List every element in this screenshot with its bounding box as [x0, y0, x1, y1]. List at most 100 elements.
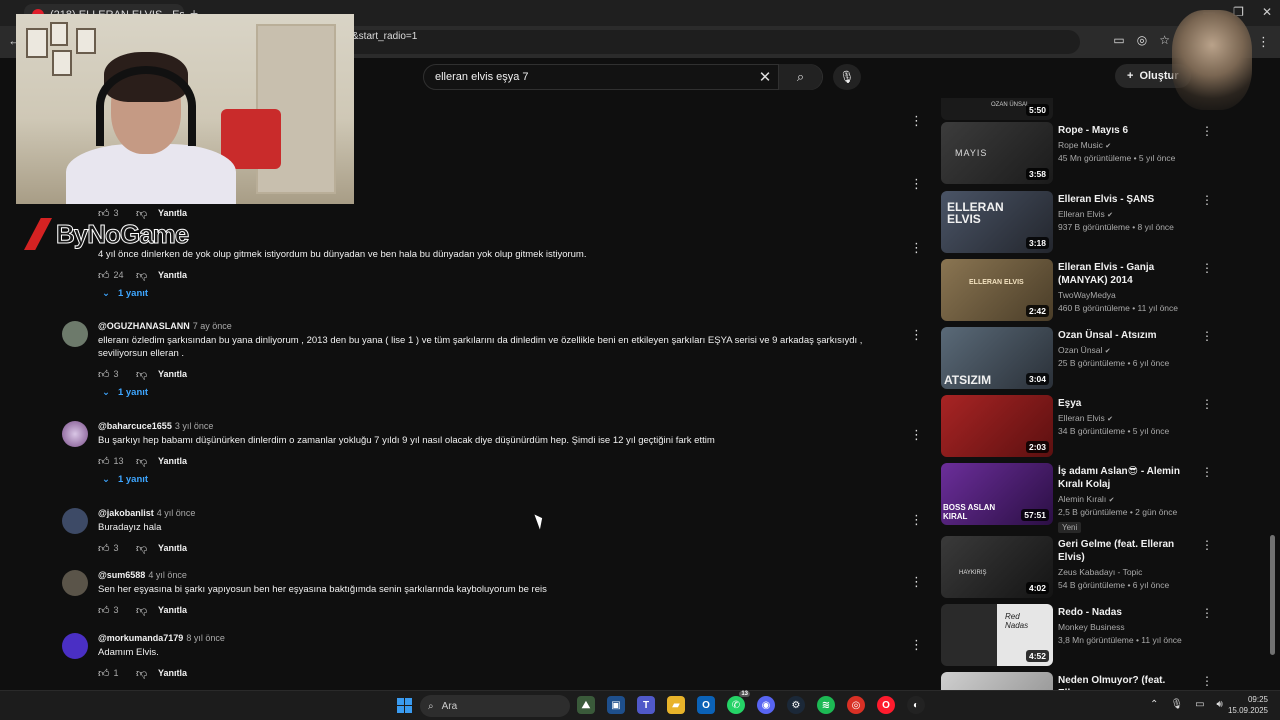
- video-thumbnail[interactable]: MAYIS 3:58: [941, 122, 1053, 184]
- like-button[interactable]: 👍︎ 3: [98, 604, 136, 617]
- video-thumbnail[interactable]: ELLERAN ELVIS 3:18: [941, 191, 1053, 253]
- video-item[interactable]: Red Nadas 4:52 Redo - Nadas Monkey Busin…: [941, 604, 1271, 666]
- comment-author[interactable]: @OGUZHANASLANN: [98, 321, 190, 331]
- opera-icon[interactable]: O: [877, 696, 895, 714]
- video-title[interactable]: Eşya: [1058, 397, 1196, 410]
- browser-menu-icon[interactable]: ⋮: [1257, 34, 1270, 50]
- video-menu-icon[interactable]: ⋮: [1201, 397, 1213, 411]
- video-thumbnail[interactable]: ATSIZIM 3:04: [941, 327, 1053, 389]
- comment-menu-icon[interactable]: ⋮: [910, 240, 923, 256]
- video-item[interactable]: ATSIZIM 3:04 Ozan Ünsal - Atsızım Ozan Ü…: [941, 327, 1271, 389]
- video-title[interactable]: Geri Gelme (feat. Elleran Elvis): [1058, 538, 1196, 564]
- like-button[interactable]: 👍︎ 24: [98, 269, 136, 282]
- video-title[interactable]: Elleran Elvis - Ganja (MANYAK) 2014: [1058, 261, 1196, 287]
- video-title[interactable]: Redo - Nadas: [1058, 606, 1196, 619]
- video-item[interactable]: Neden Olmuyor? (feat. Elleran ⋮: [941, 672, 1271, 690]
- reply-button[interactable]: Yanıtla: [158, 208, 187, 218]
- channel-name[interactable]: Alemin Kıralı ✔: [1058, 494, 1196, 504]
- whatsapp-icon[interactable]: ✆ 13: [727, 691, 750, 714]
- comment-author[interactable]: @baharcuce1655: [98, 421, 172, 431]
- comment-author[interactable]: @morkumanda7179: [98, 633, 183, 643]
- dislike-icon[interactable]: 👎︎: [136, 455, 158, 468]
- landscape-app-icon[interactable]: ⛰: [577, 696, 595, 714]
- like-button[interactable]: 👍︎ 3: [98, 542, 136, 555]
- comment-menu-icon[interactable]: ⋮: [910, 637, 923, 653]
- video-title[interactable]: Ozan Ünsal - Atsızım: [1058, 329, 1196, 342]
- comment-menu-icon[interactable]: ⋮: [910, 327, 923, 343]
- video-thumbnail[interactable]: 2:03: [941, 395, 1053, 457]
- avatar[interactable]: [62, 508, 88, 534]
- view-replies-button[interactable]: ⌄ 1 yanıt: [98, 387, 898, 398]
- channel-name[interactable]: Rope Music ✔: [1058, 140, 1196, 150]
- reply-button[interactable]: Yanıtla: [158, 369, 187, 379]
- teams-icon[interactable]: T: [637, 696, 655, 714]
- outlook-icon[interactable]: O: [697, 696, 715, 714]
- eye-off-icon[interactable]: ◎: [1137, 33, 1147, 47]
- star-icon[interactable]: ☆: [1159, 33, 1170, 47]
- microphone-icon[interactable]: 🎙: [833, 64, 861, 90]
- app-icon[interactable]: ◐: [907, 696, 925, 714]
- video-thumbnail[interactable]: [941, 672, 1053, 690]
- scrollbar[interactable]: [1270, 535, 1275, 655]
- channel-name[interactable]: Monkey Business: [1058, 622, 1196, 632]
- dislike-icon[interactable]: 👎︎: [136, 368, 158, 381]
- file-explorer-icon[interactable]: ▰: [667, 696, 685, 714]
- video-title[interactable]: İş adamı Aslan😎 - Alemin Kıralı Kolaj: [1058, 465, 1196, 491]
- comment-menu-icon[interactable]: ⋮: [910, 574, 923, 590]
- reply-button[interactable]: Yanıtla: [158, 605, 187, 615]
- like-button[interactable]: 👍︎ 1: [98, 667, 136, 680]
- video-title[interactable]: Neden Olmuyor? (feat. Elleran: [1058, 674, 1196, 690]
- clock[interactable]: 09:25 15.09.2025: [1222, 694, 1268, 716]
- like-button[interactable]: 👍︎ 3: [98, 368, 136, 381]
- channel-name[interactable]: Ozan Ünsal ✔: [1058, 345, 1196, 355]
- cast-icon[interactable]: ▭: [1113, 33, 1124, 47]
- avatar[interactable]: [62, 570, 88, 596]
- comment-menu-icon[interactable]: ⋮: [910, 113, 923, 129]
- video-menu-icon[interactable]: ⋮: [1201, 538, 1213, 552]
- video-item[interactable]: 2:03 Eşya Elleran Elvis ✔ 34 B görüntüle…: [941, 395, 1271, 457]
- dislike-icon[interactable]: 👎︎: [136, 667, 158, 680]
- video-item[interactable]: HAYKIRIŞ 4:02 Geri Gelme (feat. Elleran …: [941, 536, 1271, 598]
- store-icon[interactable]: ▣: [607, 696, 625, 714]
- channel-name[interactable]: Zeus Kabadayı - Topic: [1058, 567, 1196, 577]
- comment-menu-icon[interactable]: ⋮: [910, 427, 923, 443]
- chevron-up-icon[interactable]: ⌃: [1150, 699, 1158, 710]
- video-menu-icon[interactable]: ⋮: [1201, 261, 1213, 275]
- comment-author[interactable]: @jakobanlist: [98, 508, 154, 518]
- search-input[interactable]: [435, 71, 752, 83]
- reply-button[interactable]: Yanıtla: [158, 668, 187, 678]
- video-thumbnail[interactable]: HAYKIRIŞ 4:02: [941, 536, 1053, 598]
- channel-name[interactable]: Elleran Elvis ✔: [1058, 209, 1196, 219]
- dislike-icon[interactable]: 👎︎: [136, 604, 158, 617]
- dislike-icon[interactable]: 👎︎: [136, 542, 158, 555]
- reply-button[interactable]: Yanıtla: [158, 543, 187, 553]
- video-item[interactable]: MAYIS 3:58 Rope - Mayıs 6 Rope Music ✔ 4…: [941, 122, 1271, 184]
- chrome-icon[interactable]: ◎: [847, 696, 865, 714]
- search-box[interactable]: ✕ ⌕: [423, 64, 823, 90]
- video-menu-icon[interactable]: ⋮: [1201, 193, 1213, 207]
- avatar[interactable]: [62, 633, 88, 659]
- comment-menu-icon[interactable]: ⋮: [910, 512, 923, 528]
- video-menu-icon[interactable]: ⋮: [1201, 674, 1213, 688]
- search-icon[interactable]: ⌕: [778, 64, 822, 90]
- reply-button[interactable]: Yanıtla: [158, 456, 187, 466]
- comment-menu-icon[interactable]: ⋮: [910, 176, 923, 192]
- view-replies-button[interactable]: ⌄ 1 yanıt: [98, 474, 898, 485]
- spotify-icon[interactable]: ≋: [817, 696, 835, 714]
- video-title[interactable]: Elleran Elvis - ŞANS: [1058, 193, 1196, 206]
- video-thumbnail[interactable]: BOSS ASLAN KIRAL 57:51: [941, 463, 1053, 525]
- windows-start-icon[interactable]: [397, 698, 412, 713]
- channel-name[interactable]: Elleran Elvis ✔: [1058, 413, 1196, 423]
- clear-search-icon[interactable]: ✕: [752, 68, 778, 86]
- close-window-icon[interactable]: ✕: [1262, 5, 1272, 19]
- video-menu-icon[interactable]: ⋮: [1201, 329, 1213, 343]
- video-thumbnail[interactable]: OZAN ÜNSAL 5:50: [941, 98, 1053, 120]
- video-item[interactable]: BOSS ASLAN KIRAL 57:51 İş adamı Aslan😎 -…: [941, 463, 1271, 533]
- reply-button[interactable]: Yanıtla: [158, 270, 187, 280]
- video-title[interactable]: Rope - Mayıs 6: [1058, 124, 1196, 137]
- dislike-icon[interactable]: 👎︎: [136, 269, 158, 282]
- microphone-icon[interactable]: 🎙: [1170, 699, 1183, 710]
- video-menu-icon[interactable]: ⋮: [1201, 124, 1213, 138]
- video-menu-icon[interactable]: ⋮: [1201, 606, 1213, 620]
- channel-name[interactable]: TwoWayMedya: [1058, 290, 1196, 300]
